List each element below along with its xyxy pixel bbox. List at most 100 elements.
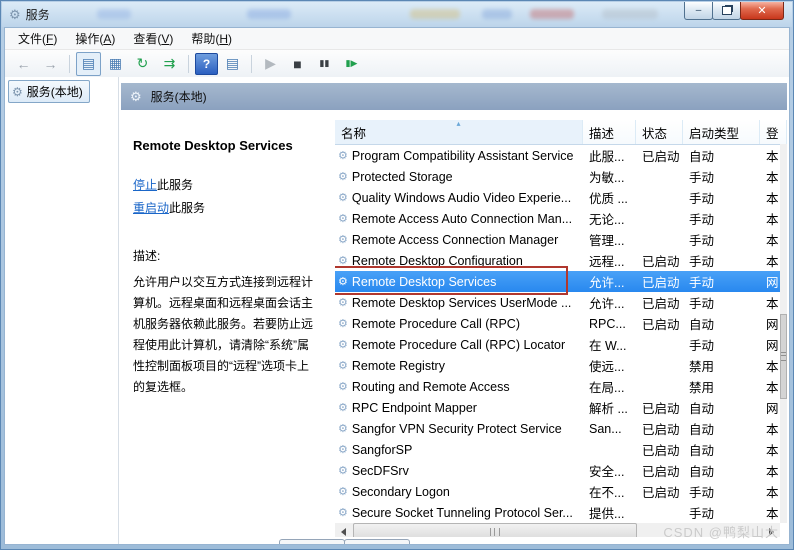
service-row[interactable]: ⚙Secondary Logon 在不... 已启动 手动 本 [335, 481, 787, 502]
service-status-cell: 已启动 [636, 461, 683, 480]
service-row[interactable]: ⚙Secure Socket Tunneling Protocol Ser...… [335, 502, 787, 523]
scroll-grip-icon [781, 352, 786, 361]
service-row[interactable]: ⚙SecDFSrv 安全... 已启动 自动 本 [335, 460, 787, 481]
stop-service-link[interactable]: 停止 [133, 178, 157, 192]
vertical-scroll-thumb[interactable] [780, 314, 787, 399]
menu-item[interactable]: 操作(A) [66, 28, 124, 49]
main-area: ⚙ 服务(本地) ⚙ 服务(本地) Remote Desktop Service… [5, 77, 789, 544]
service-name: SangforSP [352, 443, 412, 457]
tab-extended[interactable] [279, 539, 345, 544]
toolbar: ←→▤▦↻⇉?▤▶■▮▮▮▶ [5, 50, 789, 78]
scroll-left-icon [341, 528, 346, 536]
service-row[interactable]: ⚙Remote Procedure Call (RPC) Locator 在 W… [335, 334, 787, 355]
minimize-button[interactable]: – [684, 2, 713, 20]
tab-standard[interactable] [344, 539, 410, 544]
service-startup-cell: 自动 [683, 419, 760, 438]
tree-item-services-local[interactable]: ⚙ 服务(本地) [8, 80, 90, 103]
service-gear-icon: ⚙ [338, 296, 348, 309]
service-startup-cell: 手动 [683, 230, 760, 249]
maximize-icon [722, 6, 732, 15]
service-description-cell: RPC... [583, 317, 636, 331]
service-row[interactable]: ⚙Quality Windows Audio Video Experie... … [335, 187, 787, 208]
restart-service-button[interactable]: ▮▶ [339, 52, 364, 76]
service-gear-icon: ⚙ [338, 506, 348, 519]
menu-item[interactable]: 帮助(H) [182, 28, 241, 49]
service-name: Remote Access Connection Manager [352, 233, 558, 247]
service-row[interactable]: ⚙Protected Storage 为敏... 手动 本 [335, 166, 787, 187]
services-content: Remote Desktop Services 停止此服务 重启动此服务 描述:… [121, 116, 787, 537]
scroll-grip-icon [490, 528, 500, 536]
menu-item[interactable]: 查看(V) [124, 28, 182, 49]
service-startup-cell: 自动 [683, 398, 760, 417]
service-gear-icon: ⚙ [338, 170, 348, 183]
service-row[interactable]: ⚙Sangfor VPN Security Protect Service Sa… [335, 418, 787, 439]
toolbar-separator [251, 55, 252, 73]
column-header-description[interactable]: 描述 [583, 120, 636, 144]
stop-service-button[interactable]: ■ [285, 52, 310, 76]
services-app-icon: ⚙ [9, 8, 21, 21]
service-row[interactable]: ⚙Remote Registry 使远... 禁用 本 [335, 355, 787, 376]
stop-service-line: 停止此服务 [133, 177, 325, 194]
service-name: Remote Desktop Services UserMode ... [352, 296, 572, 310]
scroll-left-button[interactable] [335, 523, 352, 537]
maximize-button[interactable] [712, 2, 741, 20]
service-row[interactable]: ⚙Remote Desktop Configuration 远程... 已启动 … [335, 250, 787, 271]
service-description-cell: 远程... [583, 251, 636, 270]
properties-button[interactable]: ▦ [103, 52, 128, 76]
service-row[interactable]: ⚙Remote Access Connection Manager 管理... … [335, 229, 787, 250]
column-header-logon-as[interactable]: 登 [760, 120, 787, 144]
selected-service-title: Remote Desktop Services [133, 138, 325, 153]
service-row[interactable]: ⚙RPC Endpoint Mapper 解析 ... 已启动 自动 网 [335, 397, 787, 418]
service-name: Remote Procedure Call (RPC) [352, 317, 520, 331]
service-name: Remote Registry [352, 359, 445, 373]
service-row[interactable]: ⚙Program Compatibility Assistant Service… [335, 145, 787, 166]
service-startup-cell: 禁用 [683, 377, 760, 396]
vertical-scrollbar[interactable] [780, 144, 787, 523]
service-row[interactable]: ⚙Routing and Remote Access 在局... 禁用 本 [335, 376, 787, 397]
toolbar-separator [69, 55, 70, 73]
service-row[interactable]: ⚙Remote Procedure Call (RPC) RPC... 已启动 … [335, 313, 787, 334]
service-row[interactable]: ⚙Remote Access Auto Connection Man... 无论… [335, 208, 787, 229]
services-banner: ⚙ 服务(本地) [121, 83, 787, 110]
service-startup-cell: 手动 [683, 482, 760, 501]
banner-label: 服务(本地) [151, 88, 207, 105]
service-startup-cell: 自动 [683, 440, 760, 459]
restart-service-link[interactable]: 重启动 [133, 201, 169, 215]
service-startup-cell: 手动 [683, 188, 760, 207]
service-startup-cell: 手动 [683, 167, 760, 186]
service-gear-icon: ⚙ [338, 485, 348, 498]
service-row[interactable]: ⚙Remote Desktop Services UserMode ... 允许… [335, 292, 787, 313]
forward-button[interactable]: → [38, 52, 63, 76]
description-label: 描述: [133, 247, 325, 264]
service-startup-cell: 手动 [683, 335, 760, 354]
column-header-startup-type[interactable]: 启动类型 [683, 120, 760, 144]
glass-reflection [602, 9, 658, 19]
service-status-cell: 已启动 [636, 419, 683, 438]
pause-service-button[interactable]: ▮▮ [312, 52, 337, 76]
help-button[interactable]: ? [195, 53, 218, 75]
column-header-status[interactable]: 状态 [636, 120, 683, 144]
extended-view-button[interactable]: ▤ [220, 52, 245, 76]
service-name: Routing and Remote Access [352, 380, 510, 394]
service-name: Remote Desktop Configuration [352, 254, 523, 268]
menu-item[interactable]: 文件(F) [9, 28, 66, 49]
service-gear-icon: ⚙ [338, 191, 348, 204]
service-row[interactable]: ⚙Remote Desktop Services 允许... 已启动 手动 网 [335, 271, 787, 292]
service-status-cell: 已启动 [636, 314, 683, 333]
export-list-button[interactable]: ⇉ [157, 52, 182, 76]
service-name: Protected Storage [352, 170, 453, 184]
services-pane: ⚙ 服务(本地) Remote Desktop Services 停止此服务 重… [119, 77, 789, 544]
column-header-name[interactable]: ▴ 名称 [335, 120, 583, 144]
service-row[interactable]: ⚙SangforSP 已启动 自动 本 [335, 439, 787, 460]
title-bar[interactable]: ⚙ 服务 – ✕ [2, 2, 792, 27]
horizontal-scroll-thumb[interactable] [353, 523, 637, 537]
minimize-icon: – [696, 5, 702, 16]
service-description: 允许用户以交互方式连接到远程计算机。远程桌面和远程桌面会话主机服务器依赖此服务。… [133, 272, 319, 398]
back-button[interactable]: ← [11, 52, 36, 76]
show-console-tree-button[interactable]: ▤ [76, 52, 101, 76]
services-rows: ⚙Program Compatibility Assistant Service… [335, 145, 787, 523]
refresh-button[interactable]: ↻ [130, 52, 155, 76]
close-button[interactable]: ✕ [740, 2, 784, 20]
start-service-button[interactable]: ▶ [258, 52, 283, 76]
service-description-cell: 在不... [583, 482, 636, 501]
